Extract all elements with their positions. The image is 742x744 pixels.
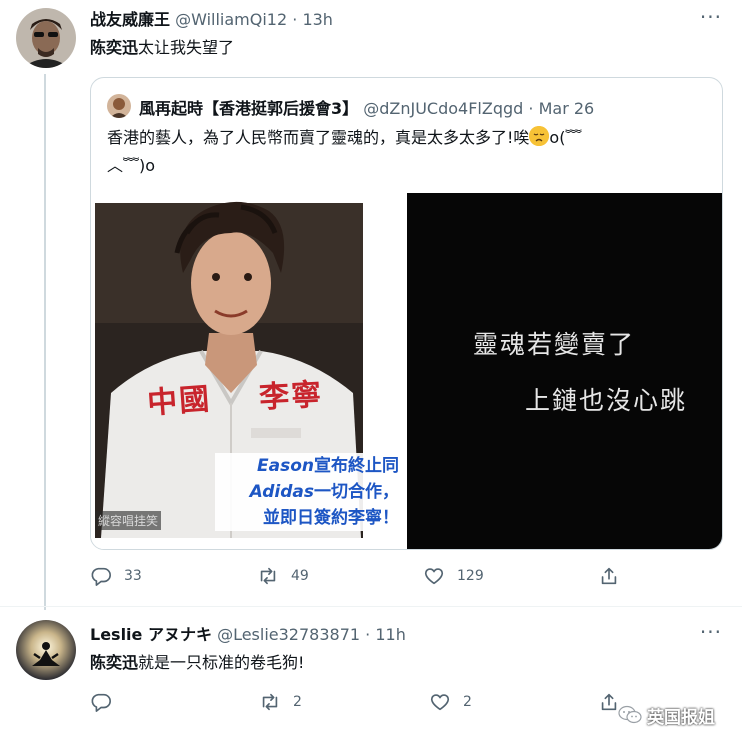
reply-icon	[91, 693, 111, 712]
overlay-line2-zh: 一切合作，	[314, 482, 399, 502]
like-button[interactable]: 129	[423, 565, 484, 587]
quoted-text: 香港的藝人，為了人民幣而賣了靈魂的，真是太多太多了!唉 o(﹌ ︿﹌)o	[107, 124, 707, 180]
more-options-icon[interactable]: ···	[700, 7, 722, 27]
quoted-text-line2: ︿﹌)o	[107, 156, 156, 175]
share-icon	[601, 693, 617, 711]
image-right-line-2: 上鏈也沒心跳	[525, 386, 688, 415]
thread-line	[44, 74, 46, 610]
quoted-image-right[interactable]: 靈魂若變賣了 上鏈也沒心跳	[407, 193, 722, 549]
tweet-header: 战友威廉王 @WilliamQi12 · 13h	[90, 10, 333, 30]
retweet-icon	[262, 693, 278, 711]
reply-count: 33	[124, 568, 142, 584]
timestamp[interactable]: 13h	[302, 10, 333, 29]
overlay-line-3: 並即日簽約李寧！	[263, 508, 399, 528]
reply-icon	[91, 567, 111, 586]
mention-bold: 陈奕迅	[90, 653, 139, 672]
mention-bold: 陈奕迅	[90, 38, 139, 57]
quoted-date: Mar 26	[538, 99, 595, 118]
quoted-avatar[interactable]	[107, 94, 131, 118]
overlay-line-2: Adidas一切合作，	[215, 479, 399, 505]
reply-button[interactable]: 33	[90, 565, 142, 587]
overlay-line2-en: Adidas	[249, 482, 314, 502]
separator-dot: ·	[528, 99, 534, 118]
retweet-count: 49	[291, 568, 309, 584]
user-photo-icon	[16, 8, 76, 68]
quoted-tweet[interactable]: 風再起時【香港挺郭后援會3】 @dZnJUCdo4FlZqgd · Mar 26…	[90, 77, 723, 550]
display-name[interactable]: 战友威廉王	[90, 10, 170, 29]
tweet-text: 陈奕迅太让我失望了	[90, 37, 234, 59]
tweet-actions: 2 2	[90, 691, 650, 715]
heart-icon	[430, 694, 450, 711]
retweet-icon	[260, 567, 276, 585]
avatar[interactable]	[16, 620, 76, 680]
quoted-text-tail: o(﹌	[549, 128, 582, 147]
handle[interactable]: @Leslie32783871	[217, 625, 360, 644]
quoted-image-left[interactable]: 中國 李寧 Eason宣布終止同 Adidas一切合作， 並即日簽約李寧！ 縱容…	[91, 193, 405, 549]
like-button[interactable]: 2	[429, 691, 472, 713]
share-button[interactable]	[598, 565, 632, 587]
retweet-button[interactable]: 2	[259, 691, 302, 713]
overlay-caption: Eason宣布終止同 Adidas一切合作， 並即日簽約李寧！	[215, 453, 405, 531]
shirt-text-left: 中國	[146, 381, 213, 422]
overlay-line-1: Eason宣布終止同	[215, 453, 399, 479]
like-count: 2	[463, 694, 472, 710]
image-watermark: 縱容唱挂笑	[95, 511, 162, 530]
tweet-header: Leslie アヌナキ @Leslie32783871 · 11h	[90, 625, 406, 645]
quoted-header: 風再起時【香港挺郭后援會3】 @dZnJUCdo4FlZqgd · Mar 26	[139, 95, 594, 119]
retweet-count: 2	[293, 694, 302, 710]
timestamp[interactable]: 11h	[375, 625, 406, 644]
tweet-actions: 33 49 129	[90, 565, 650, 589]
sad-face-emoji-icon	[529, 126, 550, 146]
retweet-button[interactable]: 49	[257, 565, 309, 587]
handle[interactable]: @WilliamQi12	[175, 10, 287, 29]
quoted-text-line1: 香港的藝人，為了人民幣而賣了靈魂的，真是太多太多了!唉	[107, 128, 530, 147]
quoted-user-photo-icon	[107, 94, 131, 118]
image-right-line-1: 靈魂若變賣了	[473, 330, 636, 359]
heart-icon	[424, 568, 444, 585]
overlay-line1-en: Eason	[257, 456, 314, 476]
tweet-text-rest: 就是一只标准的卷毛狗!	[138, 653, 305, 672]
shirt-text-right: 李寧	[258, 377, 325, 416]
tweet-1[interactable]: 战友威廉王 @WilliamQi12 · 13h ··· 陈奕迅太让我失望了 風…	[0, 0, 742, 610]
quoted-display-name: 風再起時【香港挺郭后援會3】	[139, 99, 359, 118]
watermark-text: 英国报姐	[647, 707, 715, 728]
wechat-logo-icon	[618, 705, 642, 724]
share-icon	[601, 567, 617, 585]
like-count: 129	[457, 568, 484, 584]
quoted-handle: @dZnJUCdo4FlZqgd	[363, 99, 524, 118]
meditation-silhouette-icon	[16, 620, 76, 680]
separator-dot: ·	[365, 625, 371, 644]
overlay-line1-zh: 宣布終止同	[314, 456, 399, 476]
reply-button[interactable]	[90, 691, 124, 713]
display-name[interactable]: Leslie アヌナキ	[90, 625, 212, 644]
avatar[interactable]	[16, 8, 76, 68]
separator-dot: ·	[292, 10, 298, 29]
tweet-text-rest: 太让我失望了	[138, 38, 235, 57]
wechat-watermark: 英国报姐	[618, 700, 734, 730]
tweet-text: 陈奕迅就是一只标准的卷毛狗!	[90, 652, 304, 674]
more-options-icon[interactable]: ···	[700, 622, 722, 642]
